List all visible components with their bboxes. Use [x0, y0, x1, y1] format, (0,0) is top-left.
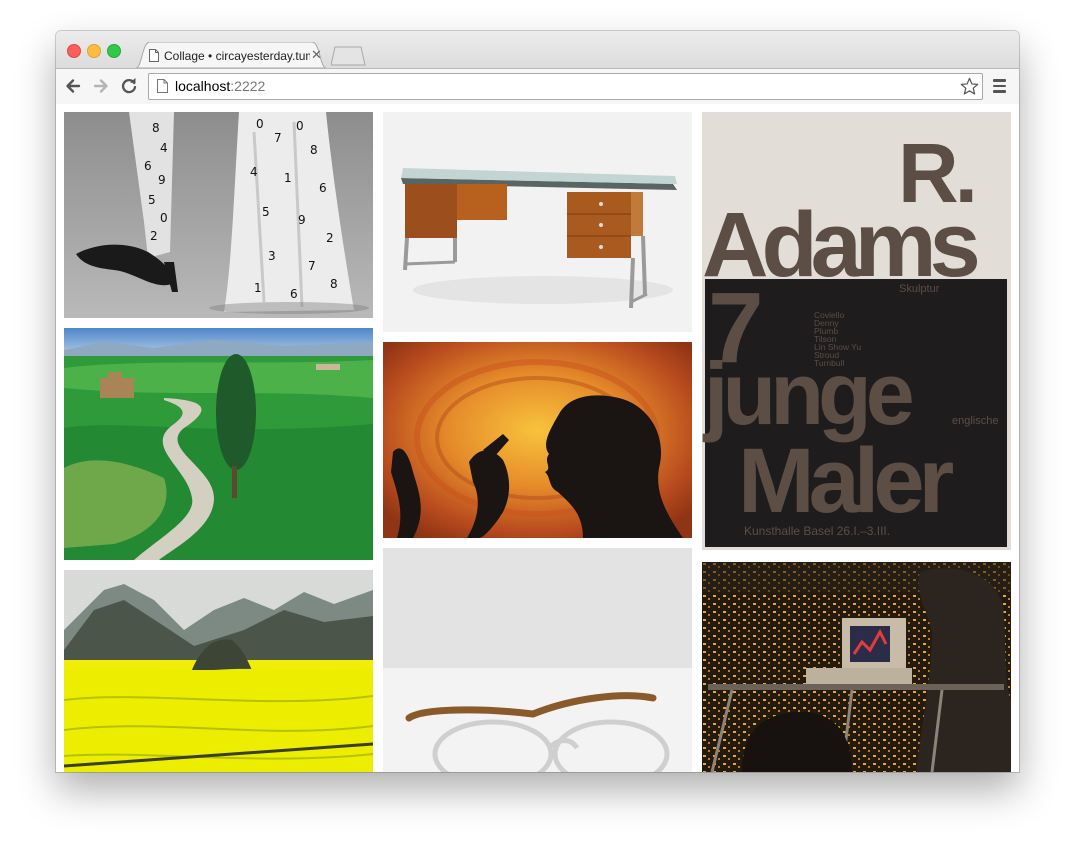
tab-close-icon[interactable]: ✕ — [311, 47, 322, 63]
svg-text:5: 5 — [262, 205, 270, 219]
close-window-button[interactable] — [67, 44, 81, 58]
browser-window: Collage • circayesterday.tumblr.com ✕ lo… — [56, 31, 1019, 772]
bookmark-star-icon[interactable] — [960, 77, 979, 96]
tab-title: Collage • circayesterday.tumblr.com — [164, 49, 310, 63]
svg-text:8: 8 — [330, 277, 338, 291]
svg-text:6: 6 — [144, 159, 152, 173]
svg-text:4: 4 — [250, 165, 258, 179]
svg-text:0: 0 — [160, 211, 168, 225]
svg-text:5: 5 — [148, 193, 156, 207]
svg-text:1: 1 — [254, 281, 262, 295]
svg-text:7: 7 — [308, 259, 316, 273]
svg-text:4: 4 — [160, 141, 168, 155]
rapeseed-field-mountains-photo[interactable] — [64, 570, 373, 772]
poster-footer: Kunsthalle Basel 26.I.–3.III. — [744, 524, 890, 538]
eyeglasses-photo[interactable] — [383, 548, 692, 772]
page-icon — [157, 79, 168, 93]
silhouette-profile-photo[interactable] — [383, 342, 692, 538]
svg-text:3: 3 — [268, 249, 276, 263]
toolbar: localhost:2222 — [56, 68, 1019, 105]
svg-text:0: 0 — [296, 119, 304, 133]
svg-text:6: 6 — [319, 181, 327, 195]
reload-icon[interactable] — [119, 76, 139, 96]
collage-page: 8469502 070841659237168 R. Adams 7 junge… — [56, 104, 1019, 772]
exhibition-poster[interactable]: R. Adams 7 junge Maler Skulptur englisch… — [702, 112, 1011, 550]
poster-word-maler: Maler — [738, 430, 954, 532]
svg-text:9: 9 — [158, 173, 166, 187]
svg-text:2: 2 — [326, 231, 334, 245]
url-text: localhost:2222 — [175, 78, 266, 94]
forward-arrow-icon[interactable] — [91, 76, 111, 96]
poster-artist: Turnbull — [814, 358, 845, 368]
tuscany-landscape-photo[interactable] — [64, 328, 373, 560]
poster-skulptur: Skulptur — [899, 283, 940, 295]
page-icon — [149, 49, 159, 62]
poster-word-junge: junge — [702, 344, 912, 443]
svg-text:6: 6 — [290, 287, 298, 301]
svg-text:8: 8 — [310, 143, 318, 157]
svg-text:7: 7 — [274, 131, 282, 145]
svg-text:8: 8 — [152, 121, 160, 135]
zoom-window-button[interactable] — [107, 44, 121, 58]
back-arrow-icon[interactable] — [63, 76, 83, 96]
minimize-window-button[interactable] — [87, 44, 101, 58]
menu-hamburger-icon[interactable] — [993, 79, 1006, 96]
address-bar[interactable]: localhost:2222 — [148, 73, 983, 100]
svg-text:2: 2 — [150, 229, 158, 243]
svg-text:1: 1 — [284, 171, 292, 185]
tab-active[interactable]: Collage • circayesterday.tumblr.com ✕ — [136, 42, 326, 68]
svg-text:0: 0 — [256, 117, 264, 131]
new-tab-button[interactable] — [331, 46, 367, 66]
tab-bar: Collage • circayesterday.tumblr.com ✕ — [56, 31, 1019, 68]
svg-text:9: 9 — [298, 213, 306, 227]
glass-desk-photo[interactable] — [383, 112, 692, 332]
vintage-computer-night-office-photo[interactable] — [702, 562, 1011, 772]
poster-englische: englische — [952, 415, 998, 427]
fashion-shoes-photo[interactable]: 8469502 070841659237168 — [64, 112, 373, 318]
